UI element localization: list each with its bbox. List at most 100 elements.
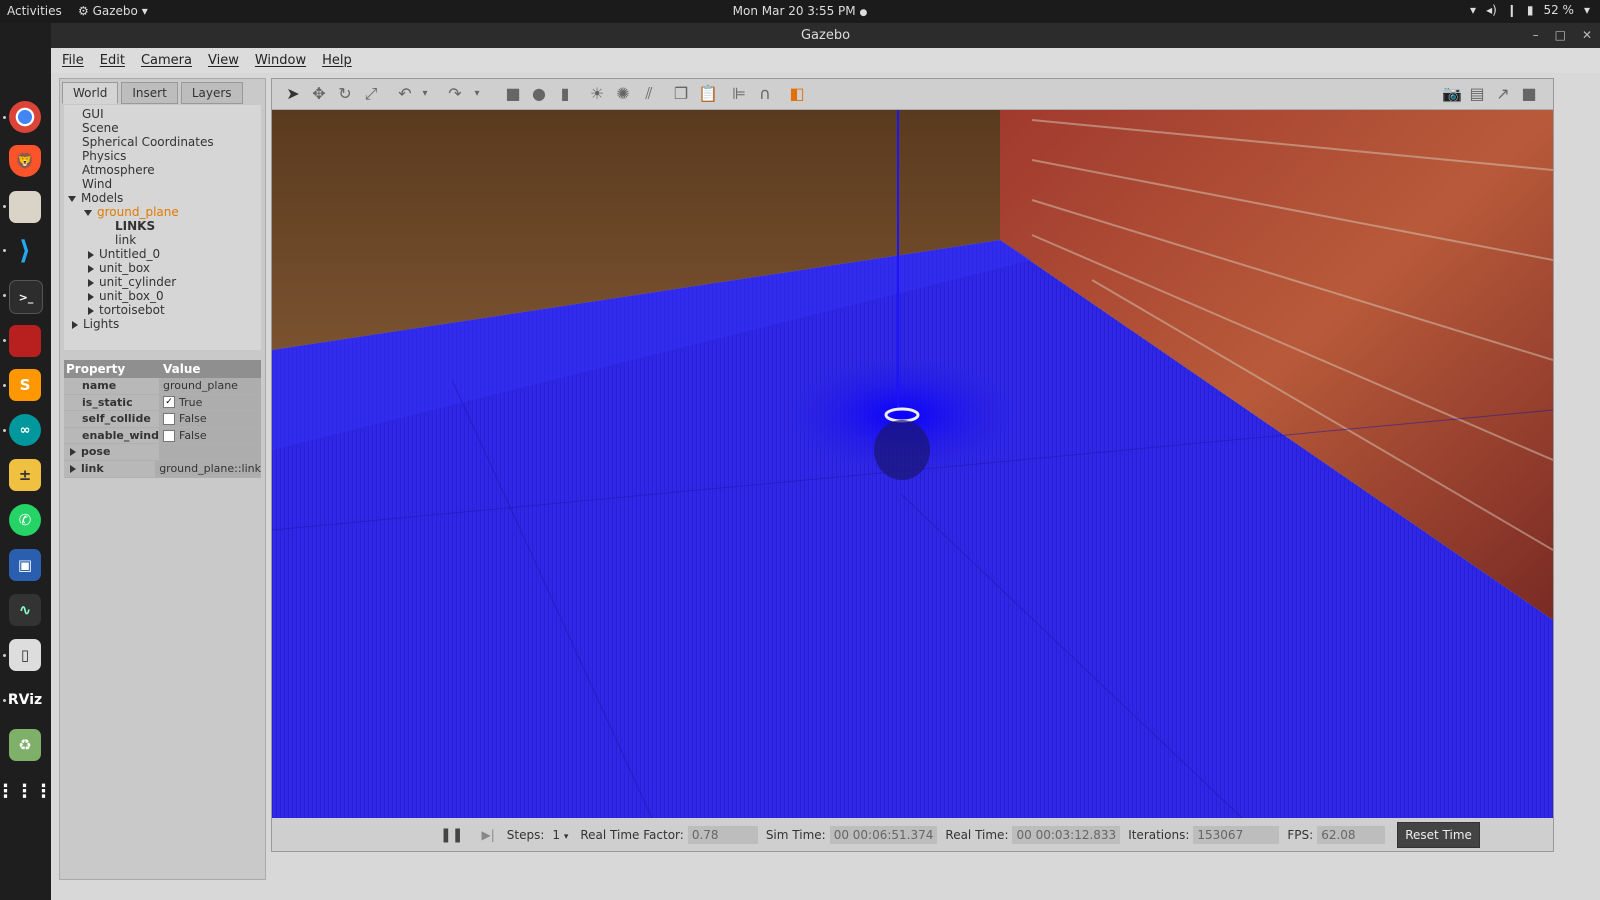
align-icon[interactable]: ⊫ [730, 85, 748, 103]
expand-right-icon[interactable] [88, 278, 94, 287]
tree-item-lights[interactable]: Lights [72, 317, 119, 331]
system-tray[interactable]: ▾ ◂) ❙ ▮ 52 % ▾ [1470, 3, 1590, 17]
enable-wind-checkbox[interactable] [163, 429, 175, 442]
expand-right-icon[interactable] [72, 320, 78, 329]
calculator-icon[interactable]: ± [9, 459, 41, 491]
copy-icon[interactable]: ❐ [672, 85, 690, 103]
menu-window[interactable]: Window [255, 53, 306, 68]
tree-item-scene[interactable]: Scene [82, 121, 119, 135]
change-view-icon[interactable]: ◧ [788, 85, 806, 103]
app-grid-icon[interactable]: ⋮⋮⋮ [0, 775, 53, 807]
close-icon[interactable]: ✕ [1582, 23, 1592, 48]
redo-icon[interactable]: ↷ [446, 85, 464, 103]
menu-camera[interactable]: Camera [141, 53, 192, 68]
arduino-icon[interactable]: ∞ [9, 414, 41, 446]
main-content: World Insert Layers GUI Scene Spherical … [51, 73, 1600, 900]
sublime-icon[interactable]: S [9, 369, 41, 401]
property-row-pose[interactable]: pose [64, 444, 261, 461]
tab-insert[interactable]: Insert [121, 82, 178, 104]
brave-icon[interactable]: 🦁 [9, 145, 41, 177]
translate-mode-icon[interactable]: ✥ [310, 85, 328, 103]
checkbox-label: False [179, 429, 207, 443]
undo-icon[interactable]: ↶ [396, 85, 414, 103]
tree-item-model[interactable]: Untitled_0 [88, 247, 160, 261]
tree-item-lights-label: Lights [83, 317, 120, 331]
chrome-icon[interactable] [9, 101, 41, 133]
maximize-icon[interactable]: □ [1555, 23, 1566, 48]
snap-icon[interactable]: ∩ [756, 85, 774, 103]
menu-file[interactable]: File [62, 53, 84, 68]
activity-icon[interactable]: ∿ [9, 594, 41, 626]
sphere-shape-icon[interactable]: ● [530, 85, 548, 103]
rviz-icon[interactable]: RViz [8, 684, 42, 716]
expand-down-icon[interactable] [84, 209, 92, 216]
expand-down-icon[interactable] [68, 195, 76, 202]
menu-help[interactable]: Help [322, 53, 352, 68]
expand-right-icon[interactable] [88, 264, 94, 273]
tray-chevron-icon: ▾ [1583, 3, 1590, 17]
property-name-value[interactable]: ground_plane [159, 378, 261, 394]
tree-item-link[interactable]: link [115, 233, 136, 247]
reset-time-button[interactable]: Reset Time [1397, 821, 1480, 848]
expand-right-icon[interactable] [70, 464, 76, 473]
redo-history-icon[interactable]: ▾ [468, 85, 486, 103]
tree-item-atmosphere[interactable]: Atmosphere [82, 163, 155, 177]
remote-desktop-icon[interactable]: ▣ [9, 549, 41, 581]
tree-item-wind[interactable]: Wind [82, 177, 112, 191]
expand-right-icon[interactable] [88, 250, 94, 259]
screenshot-icon[interactable]: 📷 [1442, 85, 1462, 103]
files-icon[interactable] [9, 191, 41, 223]
log-icon[interactable]: ▤ [1468, 85, 1486, 103]
rotate-mode-icon[interactable]: ↻ [336, 85, 354, 103]
tree-item-model[interactable]: tortoisebot [88, 303, 165, 317]
tree-item-model[interactable]: unit_box_0 [88, 289, 164, 303]
spot-light-icon[interactable]: ✺ [614, 85, 632, 103]
menu-edit[interactable]: Edit [100, 53, 125, 68]
iterations-label: Iterations: [1128, 827, 1190, 842]
tree-item-gui[interactable]: GUI [82, 107, 104, 121]
vscode-icon[interactable]: ⟩ [9, 235, 41, 267]
usb-drive-icon[interactable]: ▯ [9, 639, 41, 671]
tree-item-spherical-coordinates[interactable]: Spherical Coordinates [82, 135, 214, 149]
expand-right-icon[interactable] [88, 306, 94, 315]
minimize-icon[interactable]: – [1533, 23, 1539, 48]
tab-layers[interactable]: Layers [180, 82, 243, 104]
is-static-checkbox[interactable]: ✓ [163, 396, 175, 409]
window-titlebar[interactable]: Gazebo – □ ✕ [51, 23, 1600, 48]
cylinder-shape-icon[interactable]: ▮ [556, 85, 574, 103]
sysmon-icon[interactable] [9, 325, 41, 357]
record-video-icon[interactable]: ■ [1520, 85, 1538, 103]
menu-view[interactable]: View [208, 53, 239, 68]
steps-spinbox[interactable]: 1 ▾ [552, 828, 568, 842]
point-light-icon[interactable]: ☀ [588, 85, 606, 103]
self-collide-checkbox[interactable] [163, 412, 175, 425]
trash-icon[interactable]: ♻ [9, 729, 41, 761]
select-mode-icon[interactable]: ➤ [284, 85, 302, 103]
3d-scene[interactable] [272, 110, 1553, 818]
property-row-is-static: is_static ✓ True [64, 394, 261, 412]
property-row-link[interactable]: link ground_plane::link [64, 460, 261, 478]
expand-right-icon[interactable] [70, 448, 76, 457]
undo-history-icon[interactable]: ▾ [416, 85, 434, 103]
tree-item-model[interactable]: unit_box [88, 261, 150, 275]
tree-item-ground-plane[interactable]: ground_plane [84, 205, 179, 219]
tab-world[interactable]: World [62, 82, 119, 104]
whatsapp-icon[interactable]: ✆ [9, 504, 41, 536]
steps-value: 1 [552, 827, 561, 842]
expand-right-icon[interactable] [88, 292, 94, 301]
box-shape-icon[interactable]: ■ [504, 85, 522, 103]
paste-icon[interactable]: 📋 [698, 85, 718, 103]
rtf-value: 0.78 [687, 825, 758, 844]
tree-item-physics[interactable]: Physics [82, 149, 126, 163]
tree-item-model[interactable]: unit_cylinder [88, 275, 176, 289]
tree-item-models[interactable]: Models [68, 191, 123, 205]
scale-mode-icon[interactable]: ⤢ [362, 85, 380, 103]
simulation-status-bar: ❚❚ ▶| Steps: 1 ▾ Real Time Factor: 0.78 … [272, 818, 1553, 851]
property-key: link [81, 461, 104, 475]
pause-icon[interactable]: ❚❚ [440, 827, 463, 843]
directional-light-icon[interactable]: ⫽ [640, 85, 658, 103]
step-icon[interactable]: ▶| [481, 828, 494, 842]
plot-icon[interactable]: ↗ [1494, 85, 1512, 103]
datetime-clock[interactable]: Mon Mar 20 3:55 PM [733, 4, 856, 18]
terminal-icon[interactable]: >_ [9, 280, 43, 314]
